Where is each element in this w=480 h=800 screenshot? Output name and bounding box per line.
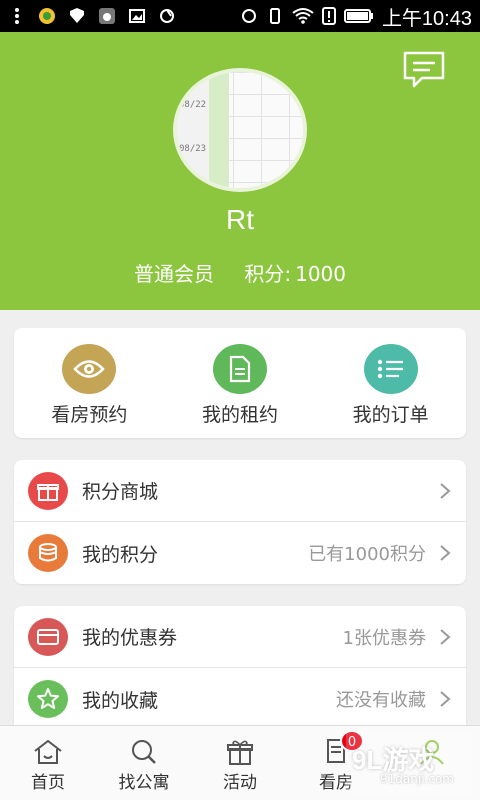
shield-icon — [70, 8, 84, 23]
vibrate-icon — [269, 8, 280, 24]
watermark: 9L游戏 91danji.com — [346, 732, 472, 794]
member-info: 普通会员 积分: 1000 — [0, 258, 480, 287]
eye-icon — [62, 344, 117, 394]
menu-item-points-mall[interactable]: 积分商城 — [14, 460, 466, 522]
document-icon — [213, 344, 267, 394]
chevron-right-icon — [440, 545, 451, 561]
quick-action-viewing-booking[interactable]: 看房预约 — [14, 328, 165, 438]
home-icon — [34, 739, 62, 764]
quick-action-label: 我的租约 — [202, 404, 279, 426]
tab-label: 活动 — [223, 773, 257, 793]
quick-actions-card: 看房预约 我的租约 我的订单 — [14, 328, 466, 438]
tab-label: 首页 — [31, 773, 65, 793]
menu-item-label: 我的收藏 — [82, 689, 159, 712]
points-label: 积分: — [244, 262, 292, 286]
chevron-right-icon — [440, 628, 451, 645]
music-icon — [99, 8, 115, 24]
tab-find-apartment[interactable]: 找公寓 — [96, 726, 192, 800]
menu-item-label: 我的优惠券 — [82, 627, 178, 649]
watermark-url: 91danji.com — [380, 772, 454, 786]
menu-item-my-favorites[interactable]: 我的收藏 还没有收藏 — [14, 668, 466, 725]
search-icon — [132, 740, 156, 764]
avatar-date-column: 08/22 08/23 24 — [177, 72, 209, 188]
menu-item-label: 我的积分 — [82, 543, 159, 566]
star-icon — [28, 680, 68, 718]
alarm-icon — [241, 9, 256, 23]
quick-action-label: 我的订单 — [352, 404, 429, 426]
coins-icon — [28, 534, 68, 572]
menu-item-value: 1张优惠券 — [342, 627, 426, 649]
quick-action-my-lease[interactable]: 我的租约 — [165, 328, 316, 438]
message-icon[interactable] — [402, 50, 446, 90]
tab-activities[interactable]: 活动 — [192, 726, 288, 800]
status-bar: 上午10:43 — [0, 0, 480, 32]
app-icon — [39, 8, 55, 24]
profile-header: 08/22 08/23 24 Rt 普通会员 积分:1000 — [0, 32, 480, 310]
avatar[interactable]: 08/22 08/23 24 — [173, 68, 307, 192]
quick-action-label: 看房预约 — [51, 404, 128, 426]
sync-icon — [160, 9, 174, 23]
battery-icon — [343, 9, 373, 23]
chevron-right-icon — [440, 691, 451, 707]
username: Rt — [226, 204, 254, 235]
card-icon — [28, 617, 68, 656]
list-icon — [363, 344, 418, 394]
menu-group-coupons: 我的优惠券 1张优惠券 我的收藏 还没有收藏 — [14, 606, 466, 725]
gift-icon — [227, 740, 253, 765]
no-sim-icon — [321, 7, 336, 25]
wifi-icon — [292, 8, 314, 24]
chevron-right-icon — [440, 482, 451, 499]
status-time: 上午10:43 — [381, 7, 472, 30]
menu-item-label: 积分商城 — [82, 481, 159, 503]
tab-home[interactable]: 首页 — [0, 726, 96, 800]
menu-dots-icon — [15, 8, 19, 24]
menu-item-my-coupons[interactable]: 我的优惠券 1张优惠券 — [14, 606, 466, 668]
avatar-highlight — [209, 72, 229, 188]
member-level: 普通会员 — [133, 262, 214, 286]
tab-label: 找公寓 — [118, 773, 170, 793]
points-value: 1000 — [295, 262, 346, 286]
menu-item-my-points[interactable]: 我的积分 已有1000积分 — [14, 522, 466, 584]
menu-group-points: 积分商城 我的积分 已有1000积分 — [14, 460, 466, 584]
menu-item-value: 还没有收藏 — [336, 690, 426, 711]
menu-item-value: 已有1000积分 — [308, 544, 426, 565]
bottom-tab-bar: 首页 找公寓 活动 看房 0 9L游戏 91danji.com — [0, 725, 480, 800]
image-icon — [129, 9, 145, 23]
gift-icon — [28, 471, 68, 510]
points-info: 积分: 1000 — [244, 262, 346, 286]
quick-action-my-orders[interactable]: 我的订单 — [315, 328, 466, 438]
